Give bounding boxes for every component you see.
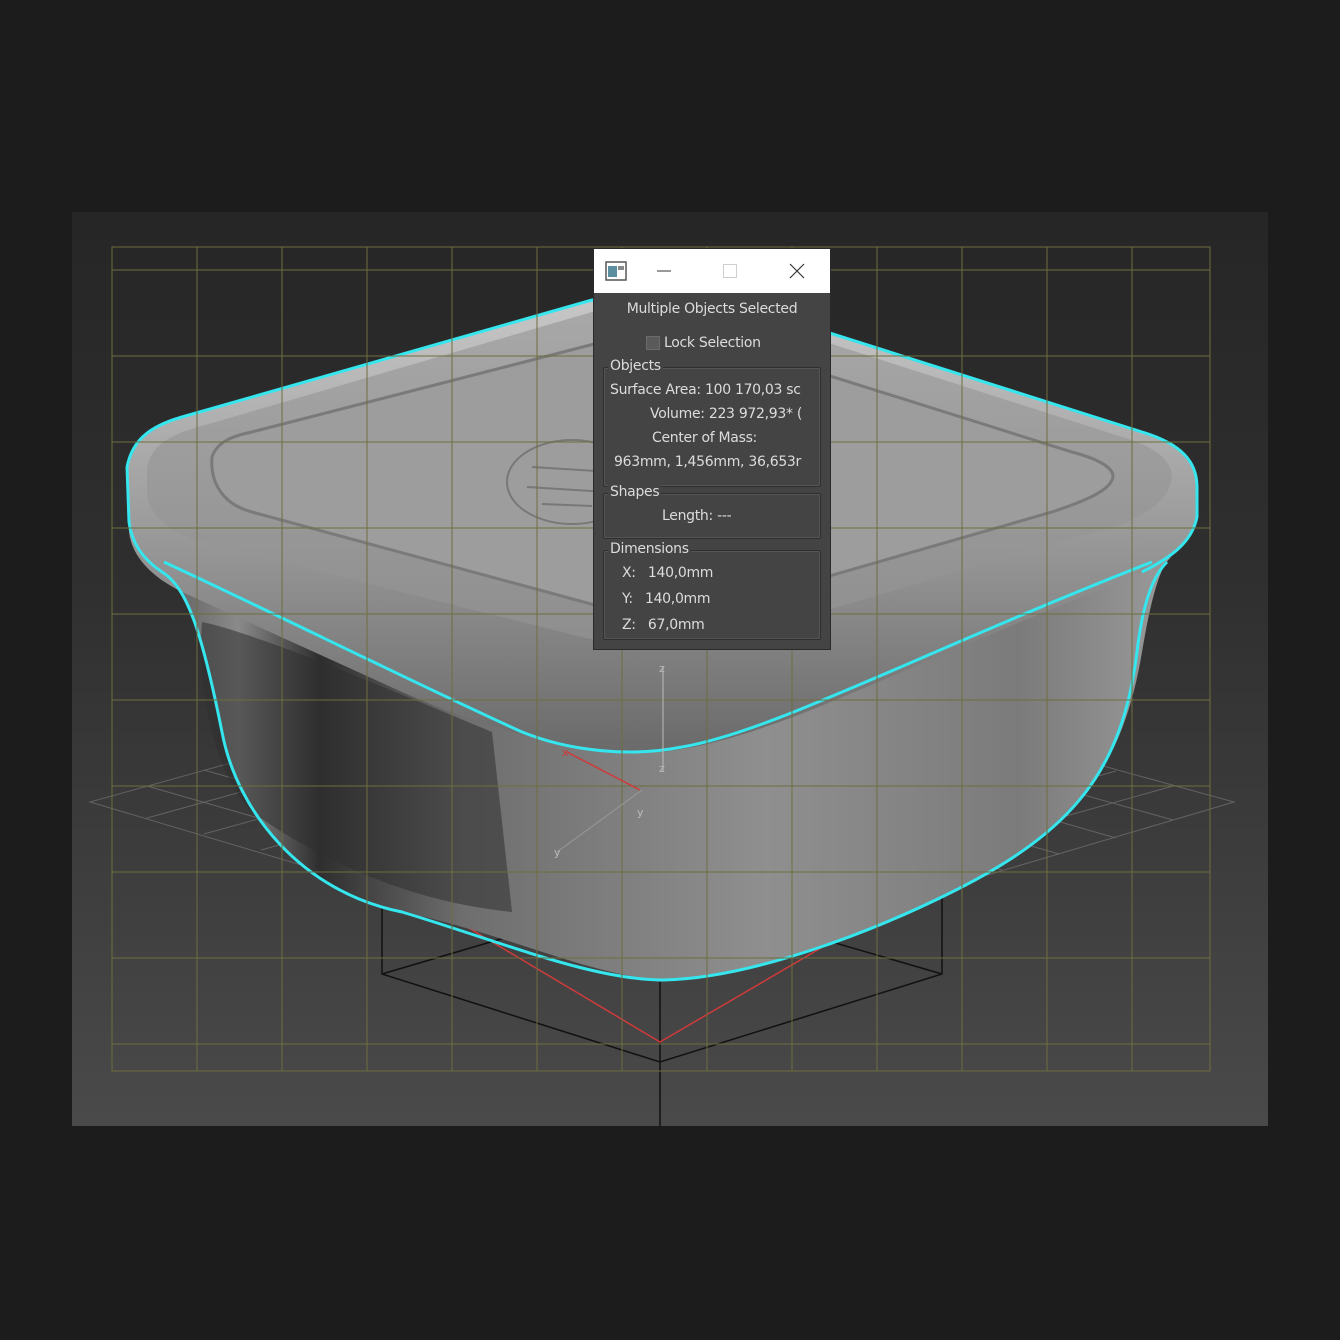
shapes-group-title: Shapes [608, 484, 662, 500]
maximize-button[interactable] [707, 249, 753, 293]
app-icon [605, 261, 627, 281]
lock-selection-checkbox[interactable]: Lock Selection [646, 335, 761, 351]
dimension-z-label: Z: [622, 617, 636, 633]
close-button[interactable] [774, 249, 820, 293]
dialog-heading: Multiple Objects Selected [626, 301, 798, 317]
gizmo-x-label: x [562, 746, 569, 759]
objects-group-title: Objects [608, 358, 663, 374]
surface-area-row: Surface Area: 100 170,03 sc [610, 382, 814, 398]
dimension-x-label: X: [622, 565, 636, 581]
surface-area-label: Surface Area: [610, 382, 701, 398]
maximize-icon [723, 264, 737, 278]
center-of-mass-value: 963mm, 1,456mm, 36,653r [614, 454, 801, 470]
volume-value: 223 972,93* ( [708, 406, 803, 422]
dimension-z-row: Z: 67,0mm [622, 617, 705, 633]
dimension-z-value: 67,0mm [647, 617, 705, 633]
close-icon [789, 263, 805, 279]
objects-group: Objects Surface Area: 100 170,03 sc Volu… [603, 358, 821, 487]
minimize-icon [657, 270, 671, 272]
dimensions-group: Dimensions X: 140,0mm Y: 140,0mm Z: 67,0… [603, 541, 821, 640]
dialog-titlebar[interactable] [594, 249, 830, 293]
gizmo-z-label-2: z [659, 762, 665, 775]
measure-dialog: Multiple Objects Selected Lock Selection… [594, 249, 830, 649]
dimension-x-value: 140,0mm [647, 565, 714, 581]
dimensions-group-title: Dimensions [608, 541, 691, 557]
dimension-x-row: X: 140,0mm [622, 565, 713, 581]
minimize-button[interactable] [641, 249, 687, 293]
dimension-y-label: Y: [622, 591, 633, 607]
checkbox-box[interactable] [646, 336, 660, 350]
dimension-y-row: Y: 140,0mm [622, 591, 710, 607]
dimension-y-value: 140,0mm [644, 591, 711, 607]
gizmo-y-label-2: y [554, 846, 561, 859]
length-row: Length: --- [662, 508, 731, 524]
center-of-mass-label: Center of Mass: [652, 430, 757, 446]
shapes-group: Shapes Length: --- [603, 484, 821, 539]
volume-row: Volume: 223 972,93* ( [650, 406, 814, 422]
lock-selection-label: Lock Selection [664, 335, 761, 351]
gizmo-y-label: y [637, 806, 644, 819]
length-label: Length: [662, 508, 713, 524]
length-value: --- [717, 508, 732, 524]
surface-area-value: 100 170,03 sc [704, 382, 801, 398]
volume-label: Volume: [650, 406, 705, 422]
gizmo-z-label: z [659, 662, 665, 675]
